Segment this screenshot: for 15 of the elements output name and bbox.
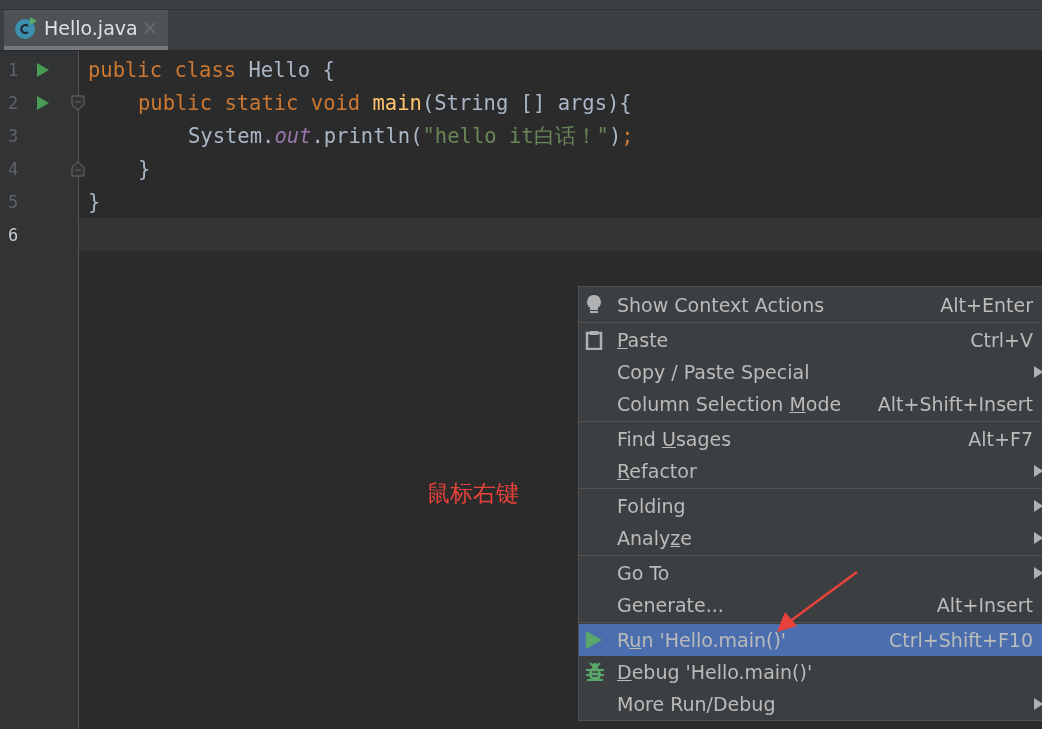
- menu-item[interactable]: Refactor: [579, 455, 1042, 487]
- menu-item[interactable]: Copy / Paste Special: [579, 356, 1042, 388]
- menu-item[interactable]: Column Selection Mode Alt+Shift+Insert: [579, 388, 1042, 420]
- menu-item[interactable]: Find Usages Alt+F7: [579, 423, 1042, 455]
- menu-item[interactable]: Generate... Alt+Insert: [579, 589, 1042, 621]
- menu-item[interactable]: Analyze: [579, 522, 1042, 554]
- menu-item[interactable]: Folding: [579, 490, 1042, 522]
- menu-item[interactable]: More Run/Debug: [579, 688, 1042, 720]
- annotation-text: 鼠标右键: [427, 479, 519, 508]
- menu-item[interactable]: Go To: [579, 557, 1042, 589]
- menu-item[interactable]: Paste Ctrl+V: [579, 324, 1042, 356]
- menu-item[interactable]: Show Context Actions Alt+Enter: [579, 289, 1042, 321]
- file-tab[interactable]: Hello.java: [4, 10, 168, 50]
- line-number: 6: [7, 224, 20, 245]
- menu-item[interactable]: Debug 'Hello.main()': [579, 656, 1042, 688]
